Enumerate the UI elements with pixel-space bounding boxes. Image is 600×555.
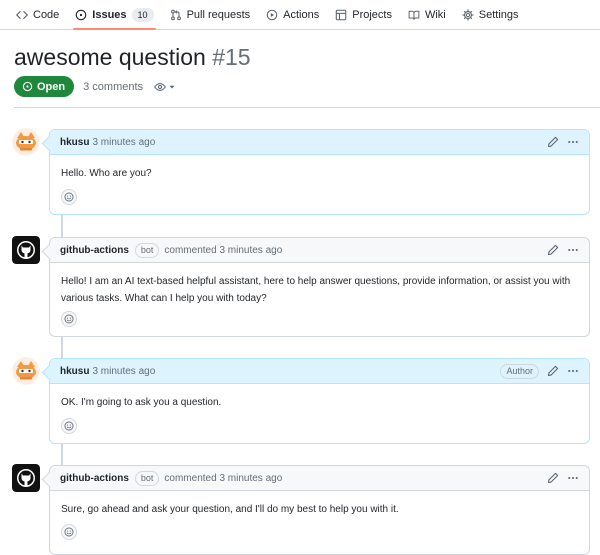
kebab-horizontal-icon[interactable] xyxy=(567,472,579,484)
table-icon xyxy=(335,9,347,20)
issue-opened-icon xyxy=(22,81,33,92)
triangle-down-icon xyxy=(169,85,175,88)
add-reaction-button[interactable] xyxy=(61,524,77,540)
comment-body: OK. I'm going to ask you a question. xyxy=(61,397,222,408)
tab-wiki[interactable]: Wiki xyxy=(400,0,454,29)
pencil-icon[interactable] xyxy=(547,244,559,256)
comment-actions xyxy=(547,244,579,256)
comment-author[interactable]: github-actions xyxy=(60,473,129,484)
comment-actions: Author xyxy=(500,363,579,379)
state-label: Open xyxy=(37,80,66,93)
comment-header: github-actions bot commented 3 minutes a… xyxy=(50,466,589,491)
tab-pull-requests[interactable]: Pull requests xyxy=(162,0,259,29)
avatar-github-actions[interactable] xyxy=(12,464,40,492)
comment-time[interactable]: 3 minutes ago xyxy=(92,137,155,148)
tab-code-label: Code xyxy=(33,8,60,21)
comments-count: 3 comments xyxy=(83,80,144,93)
git-pull-request-icon xyxy=(170,9,181,20)
header-divider xyxy=(14,107,600,108)
kebab-horizontal-icon[interactable] xyxy=(567,244,579,256)
comment-time[interactable]: 3 minutes ago xyxy=(219,245,282,256)
gear-icon xyxy=(462,8,474,21)
tab-actions[interactable]: Actions xyxy=(258,0,327,29)
state-badge: Open xyxy=(14,76,75,97)
code-icon xyxy=(16,10,28,19)
smiley-icon xyxy=(64,421,74,431)
cat-avatar-icon xyxy=(12,357,40,385)
comment-card: github-actions bot commented 3 minutes a… xyxy=(49,237,590,337)
issue-number: #15 xyxy=(212,44,251,70)
comment-actions xyxy=(547,472,579,484)
comment-body: Sure, go ahead and ask your question, an… xyxy=(61,504,399,515)
comment-author[interactable]: github-actions xyxy=(60,245,129,256)
author-badge: Author xyxy=(500,363,539,379)
comment-author[interactable]: hkusu xyxy=(60,366,89,377)
add-reaction-button[interactable] xyxy=(61,189,77,205)
tab-settings-label: Settings xyxy=(478,8,519,21)
tab-settings[interactable]: Settings xyxy=(454,0,527,29)
cat-avatar-icon xyxy=(12,128,40,156)
tab-code[interactable]: Code xyxy=(8,0,67,29)
comment-body: Hello! I am an AI text-based helpful ass… xyxy=(61,276,571,304)
smiley-icon xyxy=(64,314,74,324)
smiley-icon xyxy=(64,527,74,537)
github-mark-icon xyxy=(12,464,40,492)
issues-counter: 10 xyxy=(131,7,154,22)
github-mark-icon xyxy=(12,236,40,264)
comment-author[interactable]: hkusu xyxy=(60,137,89,148)
pencil-icon[interactable] xyxy=(547,136,559,148)
play-icon xyxy=(266,9,278,20)
tab-issues[interactable]: Issues 10 xyxy=(67,0,161,30)
tab-projects-label: Projects xyxy=(352,8,392,21)
smiley-icon xyxy=(64,192,74,202)
comment-card: github-actions bot commented 3 minutes a… xyxy=(49,465,590,555)
comment-actions xyxy=(547,136,579,148)
bot-label: bot xyxy=(134,470,160,486)
pencil-icon[interactable] xyxy=(547,472,559,484)
tab-projects[interactable]: Projects xyxy=(327,0,400,29)
issue-meta: Open 3 comments xyxy=(14,76,176,97)
comment-header: github-actions bot commented 3 minutes a… xyxy=(50,238,589,263)
pencil-icon[interactable] xyxy=(547,365,559,377)
add-reaction-button[interactable] xyxy=(61,418,77,434)
comment-card: hkusu 3 minutes ago Author OK. I'm going… xyxy=(49,358,590,444)
comment-time[interactable]: 3 minutes ago xyxy=(219,473,282,484)
comment-time[interactable]: 3 minutes ago xyxy=(92,366,155,377)
avatar-hkusu[interactable] xyxy=(12,357,40,385)
repo-nav: Code Issues 10 Pull requests Actions Pro… xyxy=(0,0,600,30)
avatar-github-actions[interactable] xyxy=(12,236,40,264)
issue-opened-icon xyxy=(76,9,87,20)
kebab-horizontal-icon[interactable] xyxy=(567,136,579,148)
bot-label: bot xyxy=(134,242,160,258)
book-icon xyxy=(408,10,420,20)
tab-issues-label: Issues xyxy=(92,8,127,21)
tab-actions-label: Actions xyxy=(283,8,320,21)
comment-action: commented xyxy=(164,472,217,484)
comment-header: hkusu 3 minutes ago Author xyxy=(50,359,589,384)
add-reaction-button[interactable] xyxy=(61,311,77,327)
issue-title: awesome question #15 xyxy=(14,44,251,71)
tab-pull-requests-label: Pull requests xyxy=(186,8,251,21)
comment-body: Hello. Who are you? xyxy=(61,168,152,179)
comment-header: hkusu 3 minutes ago xyxy=(50,130,589,155)
comment-card: hkusu 3 minutes ago Hello. Who are you? xyxy=(49,129,590,215)
watch-toggle[interactable] xyxy=(154,81,176,93)
tab-wiki-label: Wiki xyxy=(424,8,446,21)
issue-title-text: awesome question xyxy=(14,44,206,70)
avatar-hkusu[interactable] xyxy=(12,128,40,156)
comment-action: commented xyxy=(164,244,217,256)
kebab-horizontal-icon[interactable] xyxy=(567,365,579,377)
eye-icon xyxy=(154,82,166,91)
